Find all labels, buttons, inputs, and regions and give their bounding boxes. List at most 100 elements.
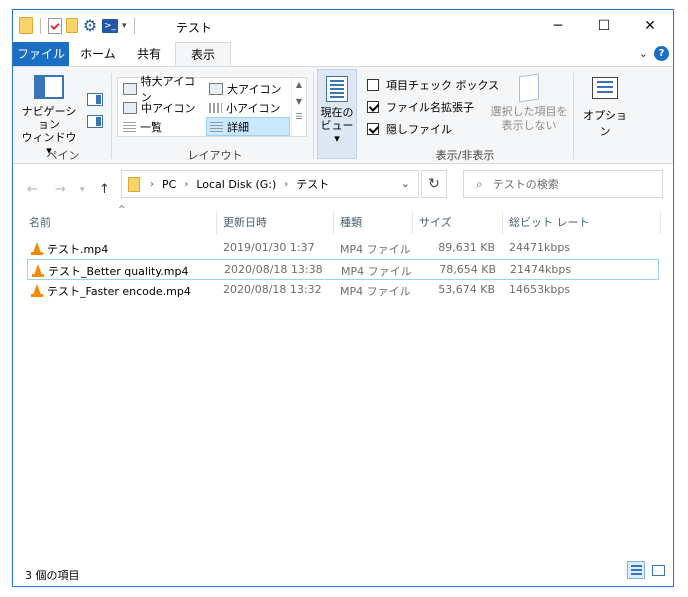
tab-home[interactable]: ホーム bbox=[71, 42, 125, 66]
address-history-chevron-icon[interactable]: ⌄ bbox=[401, 177, 410, 190]
group-divider bbox=[313, 73, 314, 159]
recent-locations-chevron-icon[interactable]: ▾ bbox=[80, 185, 85, 195]
file-name: テスト.mp4 bbox=[47, 243, 109, 256]
group-divider bbox=[111, 73, 112, 159]
layout-small-icons[interactable]: 小アイコン bbox=[206, 98, 290, 117]
toolbar-divider bbox=[40, 17, 41, 34]
maximize-button[interactable]: ☐ bbox=[581, 10, 627, 42]
layout-details[interactable]: 詳細 bbox=[206, 117, 290, 136]
refresh-button[interactable]: ↻ bbox=[421, 170, 447, 198]
options-label: オプション bbox=[583, 109, 627, 138]
ribbon-view-panel: ナビゲーション ウィンドウ ▾ ペイン 特大アイコン 大アイコン 中アイコン 小… bbox=[13, 66, 673, 164]
back-button[interactable]: ← bbox=[27, 182, 38, 197]
breadcrumb-chevron-icon[interactable]: › bbox=[184, 179, 188, 190]
explorer-window: ⚙ >_ ▾ テスト ─ ☐ ✕ ファイル ホーム 共有 表示 ⌄ ? ナビゲー… bbox=[12, 9, 674, 587]
large-icons-view-button[interactable] bbox=[649, 561, 667, 579]
preview-pane-icon[interactable] bbox=[87, 93, 103, 106]
up-button[interactable]: ↑ bbox=[99, 182, 110, 197]
layout-extra-large-icons[interactable]: 特大アイコン bbox=[120, 75, 204, 104]
layout-gallery-scroll[interactable]: ▲ ▼ ☰ bbox=[291, 78, 306, 136]
options-icon bbox=[592, 77, 618, 99]
file-size: 78,654 KB bbox=[439, 263, 496, 276]
column-header-name[interactable]: 名前 bbox=[23, 212, 217, 234]
breadcrumb-chevron-icon[interactable]: › bbox=[150, 179, 154, 190]
forward-button[interactable]: → bbox=[55, 182, 66, 197]
current-view-button[interactable]: 現在の ビュー ▾ bbox=[317, 69, 357, 159]
file-extensions-checkbox[interactable] bbox=[367, 101, 379, 113]
file-modified: 2020/08/18 13:32 bbox=[223, 283, 322, 296]
gallery-more-icon[interactable]: ☰ bbox=[292, 112, 306, 121]
checkbox-label: 項目チェック ボックス bbox=[386, 79, 500, 92]
layout-large-icons[interactable]: 大アイコン bbox=[206, 79, 290, 98]
file-name-cell: テスト.mp4 bbox=[31, 241, 108, 257]
toolbar-divider bbox=[133, 17, 135, 34]
quick-access-toolbar: ⚙ >_ ▾ bbox=[19, 17, 138, 34]
title-bar: ⚙ >_ ▾ テスト ─ ☐ ✕ bbox=[13, 10, 673, 42]
column-header-modified[interactable]: 更新日時 bbox=[217, 212, 334, 234]
layout-medium-icons[interactable]: 中アイコン bbox=[120, 98, 204, 117]
breadcrumb-item-folder[interactable]: テスト bbox=[296, 176, 329, 192]
tab-view[interactable]: 表示 bbox=[175, 42, 231, 67]
layout-gallery: 特大アイコン 大アイコン 中アイコン 小アイコン 一覧 詳細 ▲ ▼ ☰ bbox=[117, 75, 307, 137]
scroll-up-icon[interactable]: ▲ bbox=[292, 80, 306, 89]
navigation-pane-button[interactable]: ナビゲーション ウィンドウ ▾ bbox=[19, 73, 79, 157]
powershell-icon[interactable]: >_ bbox=[102, 18, 118, 33]
help-icon[interactable]: ? bbox=[654, 46, 669, 61]
tab-file[interactable]: ファイル bbox=[13, 42, 69, 66]
window-title: テスト bbox=[176, 21, 213, 35]
column-header-size[interactable]: サイズ bbox=[413, 212, 503, 234]
file-type: MP4 ファイル bbox=[341, 265, 412, 278]
details-pane-icon[interactable] bbox=[87, 115, 103, 128]
layout-label: 小アイコン bbox=[226, 101, 281, 115]
file-row-selected[interactable]: テスト_Better quality.mp4 2020/08/18 13:38 … bbox=[27, 259, 659, 280]
view-switcher bbox=[627, 561, 667, 579]
vlc-file-icon bbox=[32, 264, 44, 278]
options-button[interactable]: オプション bbox=[579, 73, 631, 139]
window-controls: ─ ☐ ✕ bbox=[535, 10, 673, 42]
breadcrumb-item-pc[interactable]: PC bbox=[162, 178, 176, 191]
navigation-pane-icon bbox=[34, 75, 64, 99]
breadcrumb-chevron-icon[interactable]: › bbox=[284, 179, 288, 190]
file-size: 53,674 KB bbox=[438, 283, 495, 296]
file-row[interactable]: テスト_Faster encode.mp4 2020/08/18 13:32 M… bbox=[27, 280, 659, 301]
column-header-bitrate[interactable]: 総ビット レート bbox=[503, 212, 661, 234]
folder-icon bbox=[19, 17, 33, 34]
item-checkboxes-checkbox[interactable] bbox=[367, 79, 379, 91]
current-view-label-1: 現在の bbox=[320, 106, 354, 119]
hide-selected-items-button[interactable]: 選択した項目を 表示しない bbox=[489, 73, 569, 133]
hidden-items-checkbox[interactable] bbox=[367, 123, 379, 135]
customize-toolbar-chevron-icon[interactable]: ▾ bbox=[122, 21, 127, 31]
show-hide-group-label: 表示/非表示 bbox=[435, 149, 495, 162]
file-row[interactable]: テスト.mp4 2019/01/30 1:37 MP4 ファイル 89,631 … bbox=[27, 238, 659, 259]
search-input[interactable]: テストの検索 bbox=[493, 176, 559, 192]
layout-group-label: レイアウト bbox=[187, 149, 243, 162]
breadcrumb: › PC › Local Disk (G:) › テスト bbox=[150, 176, 329, 192]
details-view-button[interactable] bbox=[627, 561, 645, 579]
extra-large-icons-icon bbox=[123, 82, 137, 95]
search-box[interactable]: ⌕ テストの検索 bbox=[463, 170, 663, 198]
file-extensions-toggle[interactable]: ファイル名拡張子 bbox=[367, 99, 474, 115]
group-divider bbox=[573, 73, 574, 159]
item-checkboxes-toggle[interactable]: 項目チェック ボックス bbox=[367, 77, 499, 93]
navigation-pane-label-1: ナビゲーション bbox=[21, 105, 77, 131]
breadcrumb-item-drive[interactable]: Local Disk (G:) bbox=[196, 178, 276, 191]
properties-icon[interactable] bbox=[48, 17, 62, 34]
vlc-file-icon bbox=[31, 284, 43, 298]
small-icons-icon bbox=[209, 102, 222, 113]
file-name-cell: テスト_Faster encode.mp4 bbox=[31, 283, 191, 299]
hide-selected-label-2: 表示しない bbox=[501, 119, 557, 132]
file-name: テスト_Faster encode.mp4 bbox=[47, 285, 191, 298]
collapse-ribbon-chevron-icon[interactable]: ⌄ bbox=[639, 47, 648, 60]
new-folder-icon[interactable] bbox=[66, 18, 78, 33]
address-bar[interactable]: › PC › Local Disk (G:) › テスト ⌄ bbox=[121, 170, 419, 198]
current-view-label-2: ビュー ▾ bbox=[320, 119, 354, 145]
checkbox-label: 隠しファイル bbox=[386, 123, 452, 136]
hidden-items-toggle[interactable]: 隠しファイル bbox=[367, 121, 452, 137]
close-button[interactable]: ✕ bbox=[627, 10, 673, 42]
gear-icon[interactable]: ⚙ bbox=[82, 17, 98, 34]
tab-share[interactable]: 共有 bbox=[126, 42, 172, 66]
scroll-down-icon[interactable]: ▼ bbox=[292, 97, 306, 106]
minimize-button[interactable]: ─ bbox=[535, 10, 581, 42]
layout-list[interactable]: 一覧 bbox=[120, 117, 204, 136]
column-header-type[interactable]: 種類 bbox=[334, 212, 413, 234]
